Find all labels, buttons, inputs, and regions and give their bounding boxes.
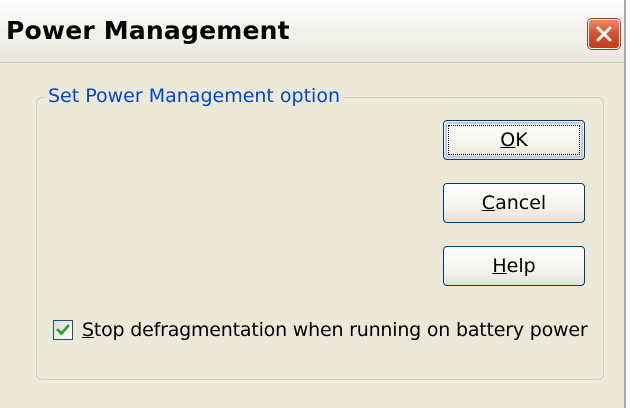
title-bar[interactable]: Power Management [0,0,624,63]
ok-button-label: OK [500,129,527,151]
stop-defrag-label[interactable]: Stop defragmentation when running on bat… [82,319,588,341]
ok-button[interactable]: OK [443,120,585,160]
close-button[interactable] [588,19,620,49]
ok-label-rest: K [515,129,528,151]
cancel-button[interactable]: Cancel [443,183,585,223]
close-icon [596,26,612,42]
cancel-accelerator: C [481,192,496,214]
stop-defrag-option[interactable]: Stop defragmentation when running on bat… [53,317,588,343]
help-label-rest: elp [506,255,536,277]
help-accelerator: H [492,255,507,277]
ok-accelerator: O [500,129,516,151]
cancel-label-rest: ancel [495,192,547,214]
help-button-label: Help [492,255,535,277]
cancel-button-label: Cancel [482,192,546,214]
groupbox-label: Set Power Management option [45,85,344,107]
window-title: Power Management [6,16,290,45]
checkmark-icon [56,324,70,336]
help-button[interactable]: Help [443,246,585,286]
stop-defrag-checkbox[interactable] [53,320,73,340]
power-management-dialog: Power Management Set Power Management op… [0,0,626,408]
stop-defrag-label-rest: top defragmentation when running on batt… [93,319,588,341]
stop-defrag-accelerator: S [82,319,94,341]
